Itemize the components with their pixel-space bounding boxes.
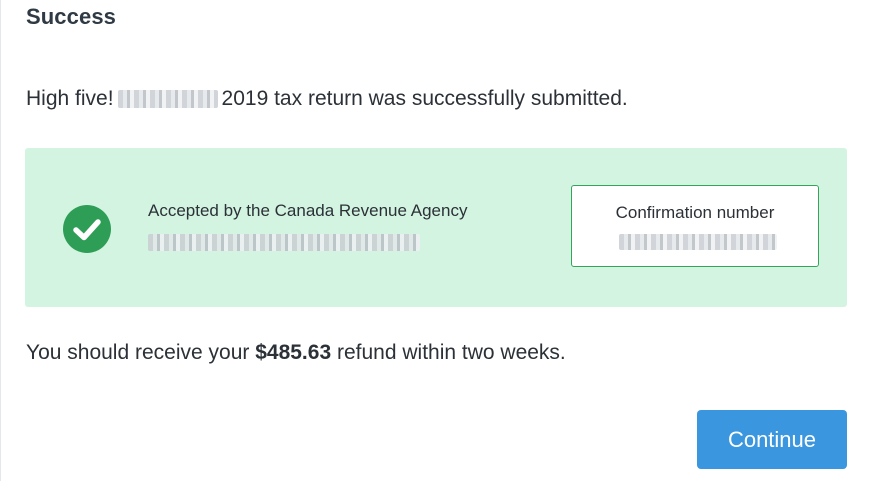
refund-message: You should receive your $485.63 refund w…	[26, 341, 566, 365]
check-circle-icon	[63, 205, 111, 253]
success-message-suffix: 2019 tax return was successfully submitt…	[221, 87, 628, 110]
confirmation-number-label: Confirmation number	[615, 203, 775, 222]
success-message: High five! 2019 tax return was successful…	[26, 87, 628, 111]
acceptance-status-panel: Accepted by the Canada Revenue Agency Co…	[25, 148, 847, 307]
redacted-taxpayer-name	[117, 90, 218, 108]
continue-button[interactable]: Continue	[697, 410, 847, 469]
dialog-title: Success	[26, 4, 116, 29]
success-message-prefix: High five!	[26, 87, 114, 110]
refund-prefix: You should receive your	[26, 341, 250, 364]
refund-suffix: refund within two weeks.	[336, 341, 566, 364]
redacted-confirmation-number	[619, 234, 777, 250]
refund-amount: $485.63	[255, 341, 332, 364]
redacted-submission-timestamp	[148, 234, 420, 251]
dialog-left-border	[0, 0, 1, 481]
accepted-by-label: Accepted by the Canada Revenue Agency	[148, 201, 468, 220]
confirmation-number-box: Confirmation number	[571, 185, 819, 267]
